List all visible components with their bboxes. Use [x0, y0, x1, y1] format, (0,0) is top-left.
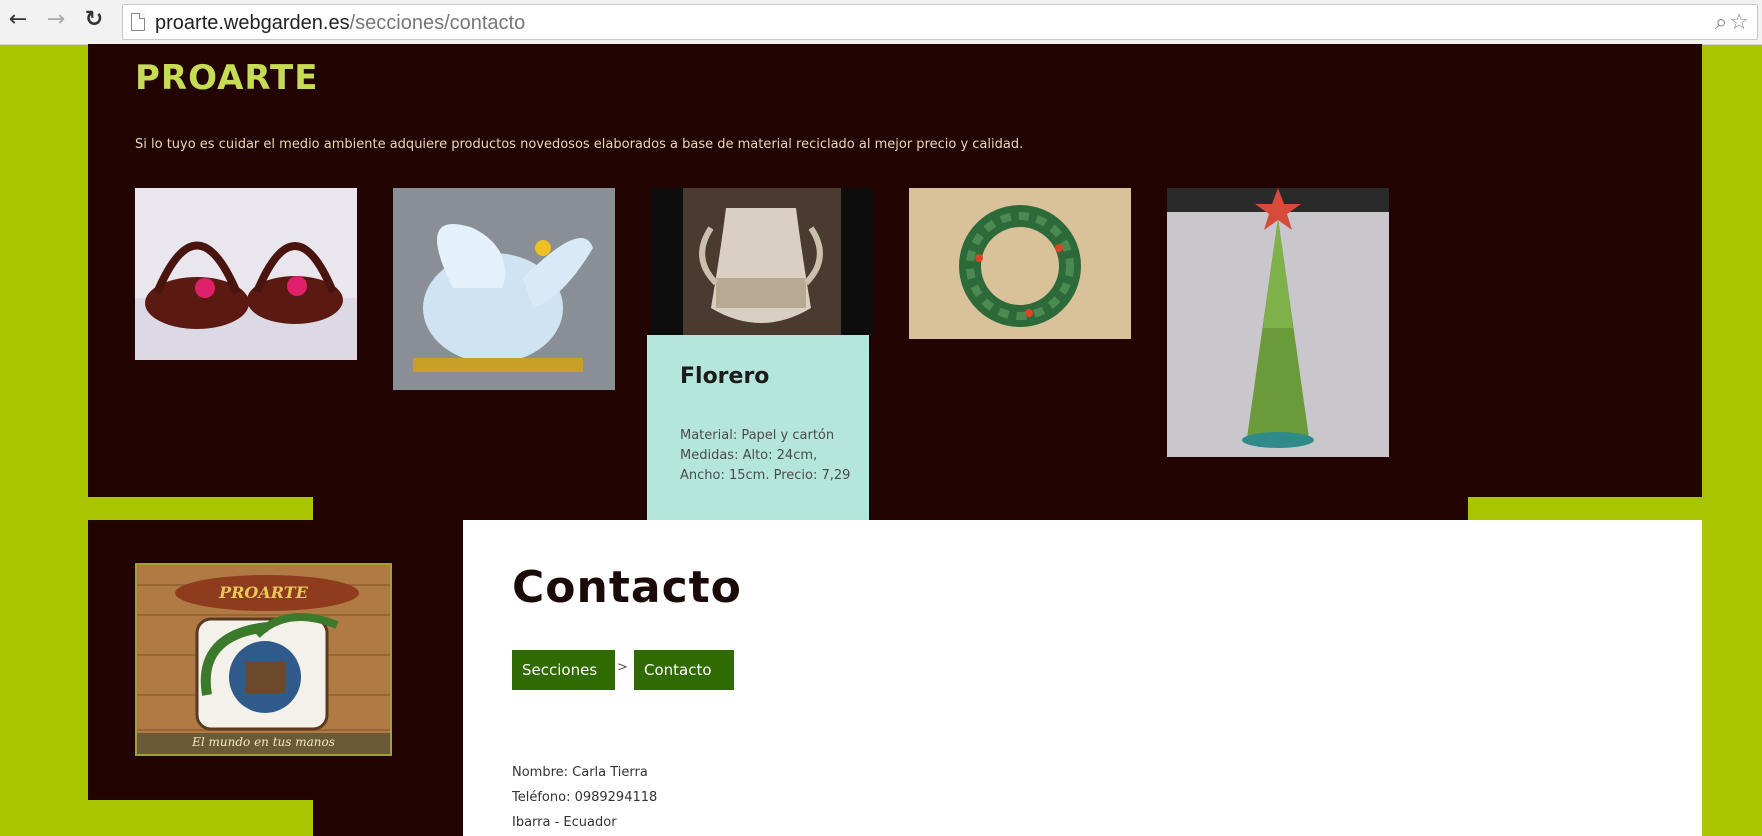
page-title: Contacto [512, 562, 742, 613]
breadcrumb-separator: > [617, 660, 628, 675]
gallery-thumb-tree[interactable] [1167, 188, 1389, 457]
gallery-thumb-baskets[interactable] [135, 188, 357, 360]
page-icon [131, 13, 145, 31]
gallery-thumb-swan[interactable] [393, 188, 615, 390]
contact-phone: Teléfono: 0989294118 [512, 790, 658, 805]
contact-name: Nombre: Carla Tierra [512, 765, 648, 780]
brand-logo[interactable]: PROARTE El mundo en tus manos [135, 563, 392, 756]
star-icon[interactable]: ☆ [1729, 10, 1751, 35]
site-tagline: Si lo tuyo es cuidar el medio ambiente a… [135, 137, 1024, 152]
contact-location: Ibarra - Ecuador [512, 815, 617, 830]
frame-divider-left [88, 497, 313, 520]
logo-slogan: El mundo en tus manos [192, 735, 335, 749]
site-title[interactable]: PROARTE [135, 58, 318, 98]
address-bar[interactable]: proarte.webgarden.es/secciones/contacto … [122, 4, 1758, 40]
product-description: Material: Papel y cartón Medidas: Alto: … [680, 428, 851, 483]
gallery-thumb-vase[interactable] [651, 188, 873, 338]
url-text[interactable]: proarte.webgarden.es/secciones/contacto [155, 12, 525, 35]
frame-footer-left [88, 800, 313, 836]
frame-divider-right [1468, 497, 1702, 520]
zoom-icon[interactable]: ⌕ [1715, 10, 1729, 35]
breadcrumb-secciones[interactable]: Secciones [512, 650, 615, 690]
browser-toolbar: ← → ↻ proarte.webgarden.es/secciones/con… [0, 0, 1762, 45]
breadcrumb-contacto[interactable]: Contacto [634, 650, 734, 690]
gallery-thumb-wreath[interactable] [909, 188, 1131, 339]
forward-arrow-icon[interactable]: → [44, 8, 68, 32]
omnibox-actions: ⌕☆ [1715, 10, 1751, 35]
back-arrow-icon[interactable]: ← [6, 8, 30, 32]
product-title: Florero [680, 364, 770, 389]
reload-icon[interactable]: ↻ [82, 8, 106, 32]
logo-brand-text: PROARTE [219, 583, 308, 602]
